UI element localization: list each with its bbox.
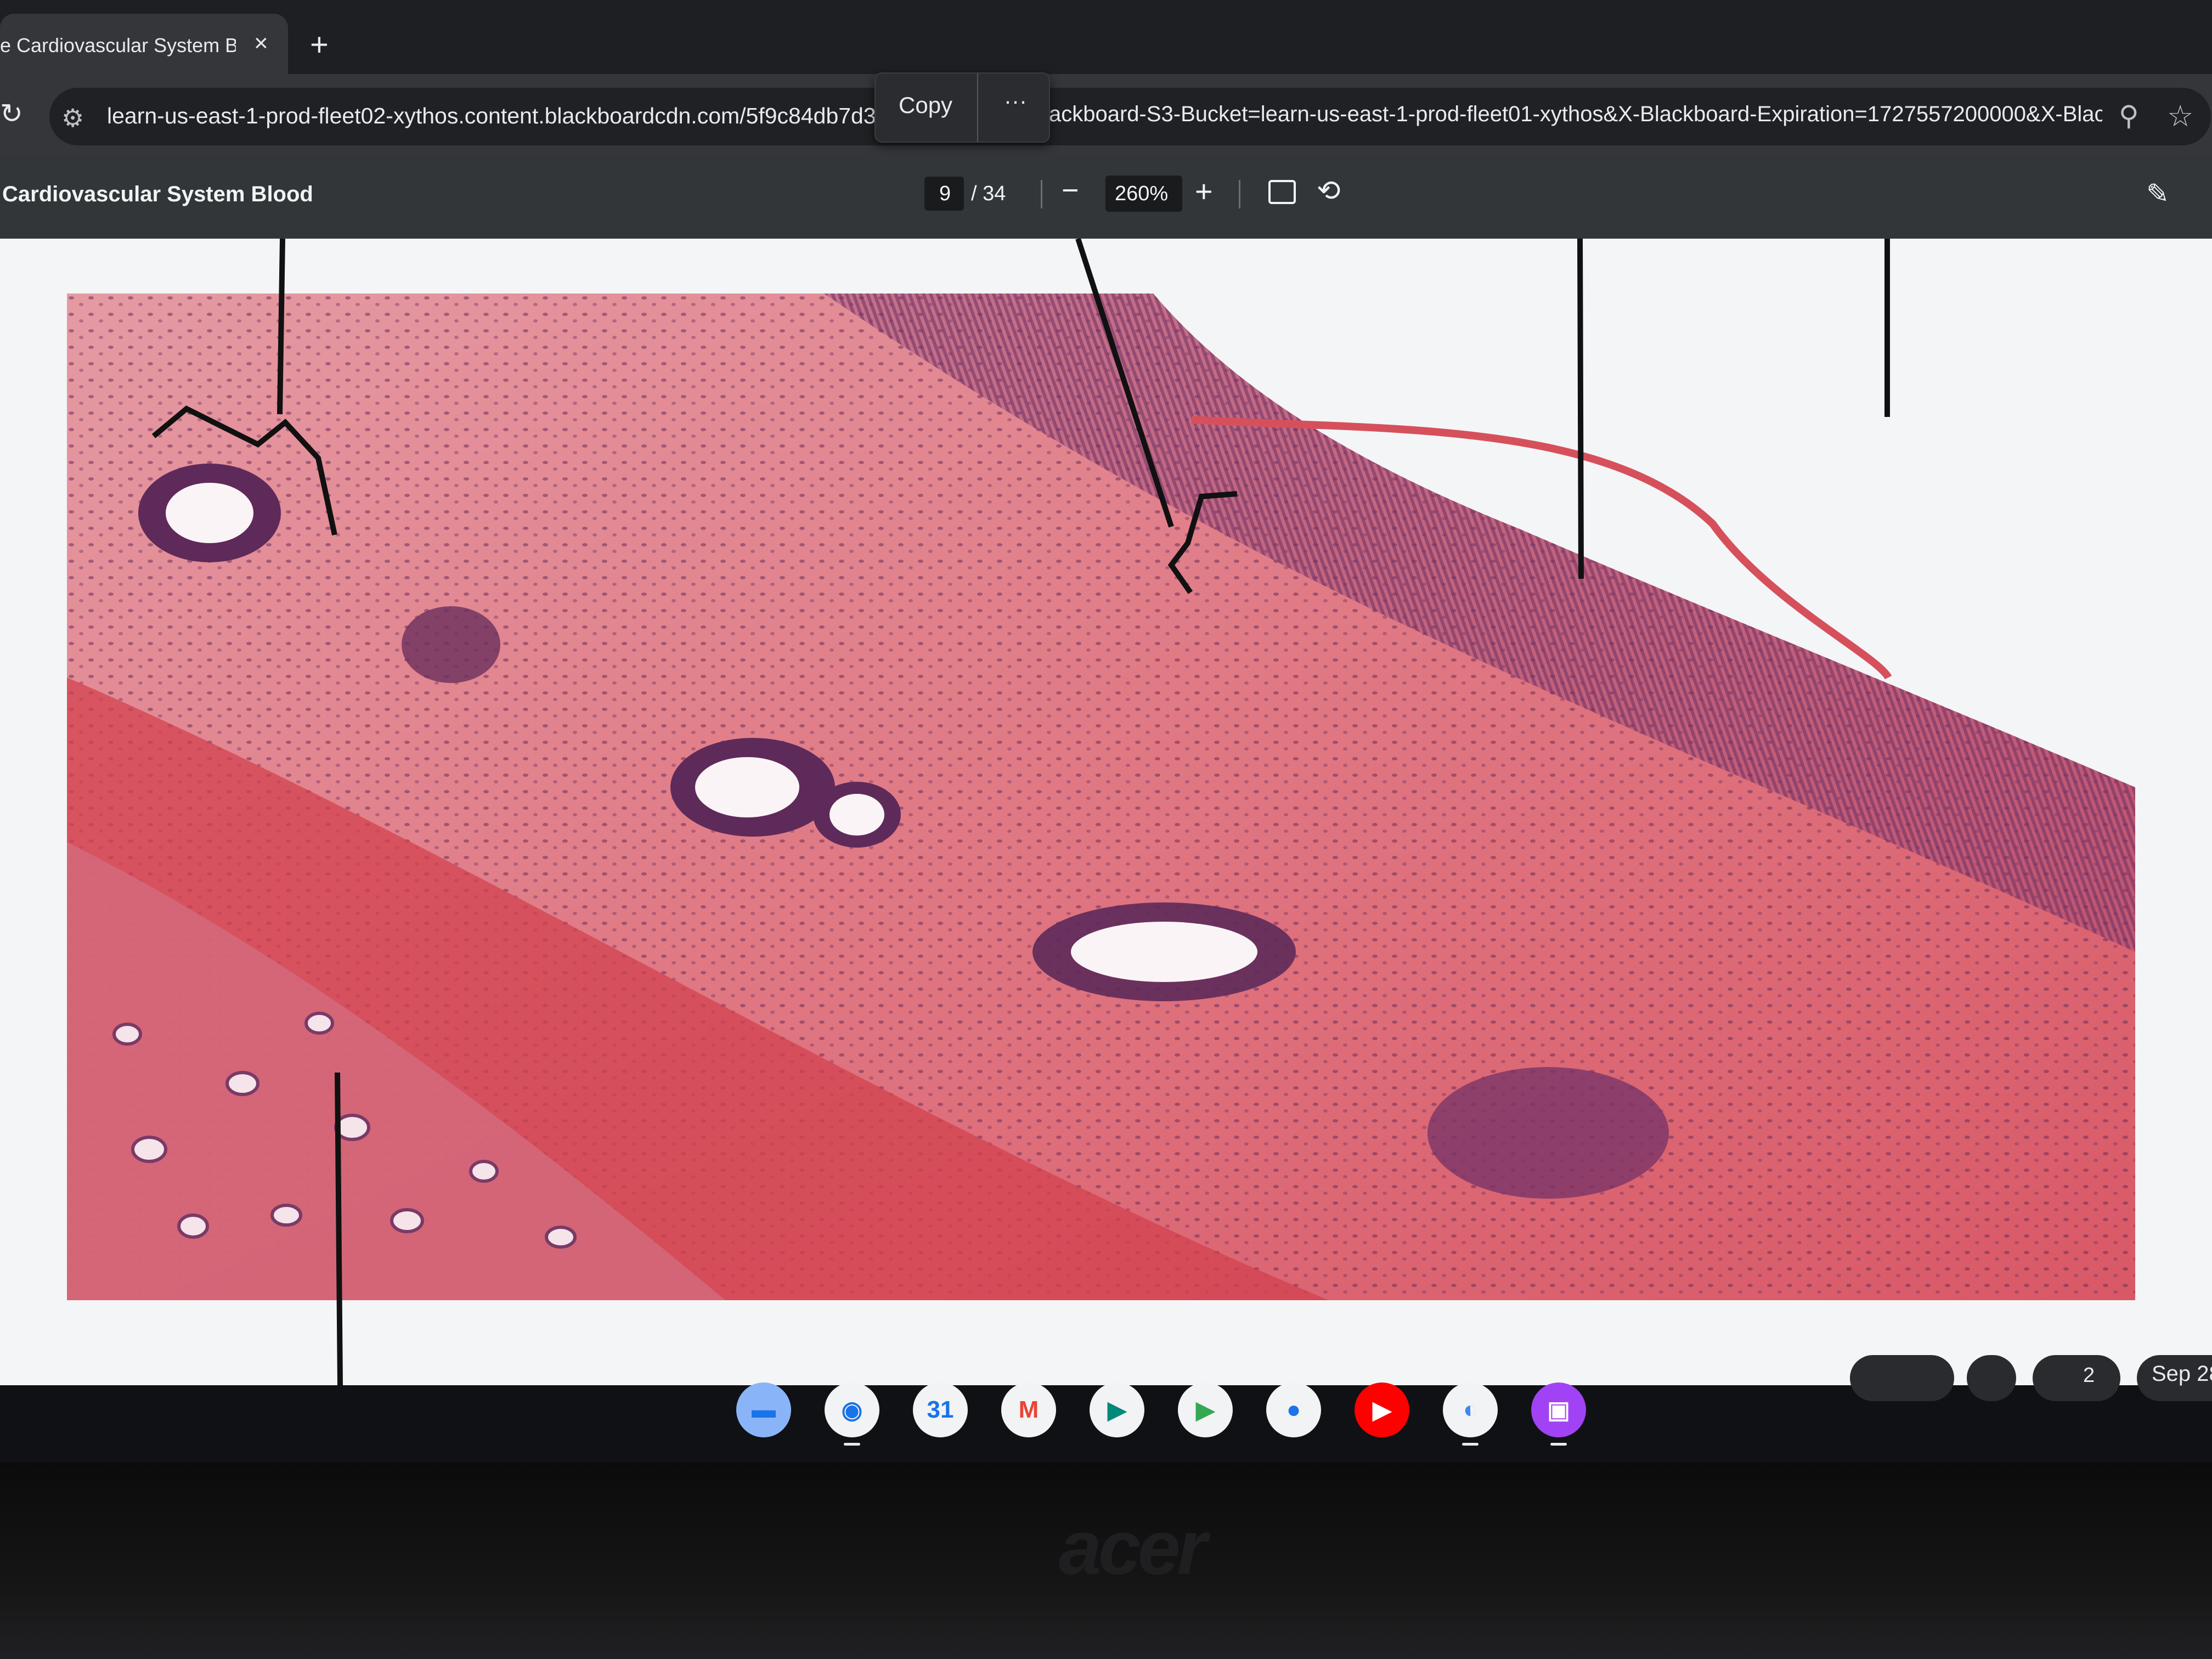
current-page[interactable]: 9 bbox=[939, 182, 951, 206]
new-tab-icon[interactable]: + bbox=[310, 26, 329, 63]
fit-to-page-icon[interactable] bbox=[1268, 180, 1296, 204]
youtube-icon[interactable]: ▶ bbox=[1355, 1383, 1409, 1437]
brand-logo: acer bbox=[1059, 1504, 1207, 1590]
messages-icon[interactable]: ● bbox=[1266, 1383, 1321, 1437]
running-indicator bbox=[844, 1443, 860, 1446]
toolbar-divider bbox=[1239, 180, 1240, 208]
assistant-icon[interactable]: ◐ bbox=[1443, 1383, 1498, 1437]
copy-popup: Copy ··· bbox=[874, 72, 1050, 143]
zoom-icon[interactable]: ⚲ bbox=[2119, 100, 2139, 132]
meet-icon[interactable]: ▶ bbox=[1090, 1383, 1144, 1437]
running-indicator bbox=[1550, 1443, 1567, 1446]
chrome-icon[interactable]: ◉ bbox=[825, 1383, 879, 1437]
toolbar-divider bbox=[1041, 180, 1042, 208]
rotate-icon[interactable]: ⟲ bbox=[1317, 174, 1341, 207]
stylus-tools-button[interactable] bbox=[1967, 1355, 2016, 1401]
url-text-continued[interactable]: ackboard-S3-Bucket=learn-us-east-1-prod-… bbox=[1049, 102, 2102, 127]
url-text[interactable]: learn-us-east-1-prod-fleet02-xythos.cont… bbox=[107, 103, 875, 129]
zoom-out-icon[interactable]: − bbox=[1062, 173, 1079, 207]
files-icon[interactable]: ▬ bbox=[736, 1383, 791, 1437]
bookmark-star-icon[interactable]: ☆ bbox=[2167, 99, 2193, 133]
total-pages: / 34 bbox=[971, 182, 1006, 205]
running-indicator bbox=[1462, 1443, 1479, 1446]
more-options-button[interactable]: ··· bbox=[1004, 88, 1027, 114]
reload-icon[interactable]: ↻ bbox=[0, 98, 23, 129]
annotate-pen-icon[interactable]: ✎ bbox=[2146, 178, 2169, 210]
copy-button[interactable]: Copy bbox=[899, 92, 952, 119]
calendar-icon[interactable]: 31 bbox=[913, 1383, 968, 1437]
document-title: Cardiovascular System Blood bbox=[2, 182, 313, 206]
zoom-in-icon[interactable]: + bbox=[1195, 173, 1213, 209]
play-store-icon[interactable]: ▶ bbox=[1178, 1383, 1233, 1437]
tab-title[interactable]: e Cardiovascular System Blo bbox=[0, 34, 236, 57]
date-display[interactable]: Sep 28 bbox=[2152, 1362, 2212, 1386]
notification-count: 2 bbox=[2083, 1364, 2095, 1387]
tray-pinned-apps[interactable] bbox=[1850, 1355, 1954, 1401]
close-icon[interactable]: × bbox=[254, 30, 268, 57]
gmail-icon[interactable]: M bbox=[1001, 1383, 1056, 1437]
tab-strip bbox=[0, 0, 2212, 74]
zoom-level[interactable]: 260% bbox=[1115, 182, 1168, 206]
popup-divider bbox=[977, 74, 978, 142]
label-leader-lines bbox=[151, 239, 1890, 1386]
screencast-icon[interactable]: ▣ bbox=[1531, 1383, 1586, 1437]
notification-tray[interactable]: 2 bbox=[2033, 1355, 2120, 1401]
site-info-icon[interactable]: ⚙ bbox=[61, 103, 84, 133]
